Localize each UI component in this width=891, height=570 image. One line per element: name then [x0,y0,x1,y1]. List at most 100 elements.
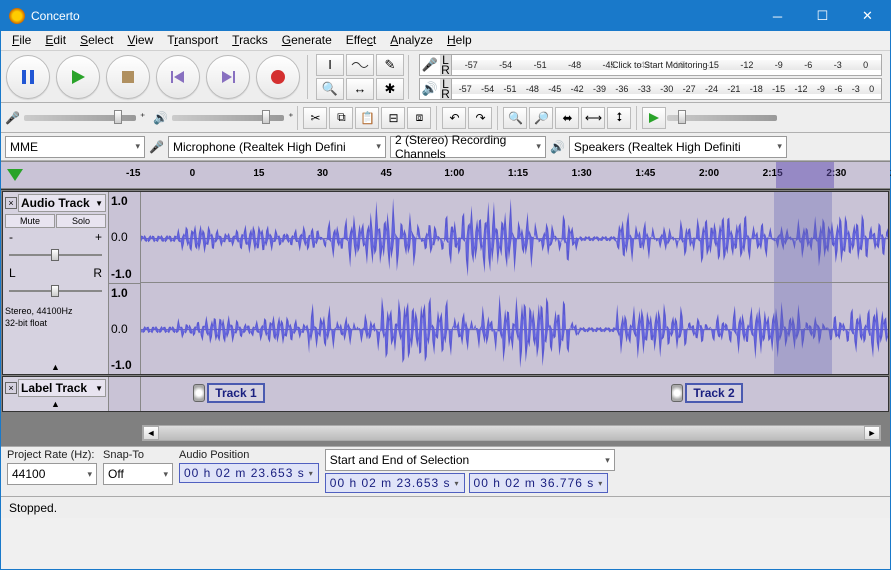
label-handle-icon[interactable] [671,384,683,402]
minimize-button[interactable]: ─ [755,1,800,31]
envelope-tool[interactable] [346,54,374,76]
zoom-toggle-button[interactable]: ⭥ [607,107,631,129]
menu-effect[interactable]: Effect [339,31,383,50]
menu-tracks[interactable]: Tracks [225,31,275,50]
paste-button[interactable]: 📋 [355,107,379,129]
mute-button[interactable]: Mute [5,214,55,228]
collapse-button[interactable]: ▲ [5,399,106,409]
window-title: Concerto [31,9,755,23]
status-text: Stopped. [9,501,57,515]
title-bar: Concerto ─ ☐ ✕ [1,1,890,31]
audio-position-label: Audio Position [179,449,319,461]
vertical-scale: 1.00.0-1.0 1.00.0-1.0 [109,192,141,374]
track-format-label2: 32-bit float [5,318,106,328]
label-tag[interactable]: Track 2 [671,383,742,403]
trim-button[interactable]: ⊟ [381,107,405,129]
menu-select[interactable]: Select [73,31,120,50]
close-button[interactable]: ✕ [845,1,890,31]
track-menu-button[interactable]: Audio Track▼ [18,194,106,212]
recording-device-combo[interactable]: Microphone (Realtek High Defini▾ [168,136,386,158]
playback-meter[interactable]: 🔊 LR -57-54-51-48-45-42-39-36-33-30-27-2… [419,78,882,100]
label-text[interactable]: Track 2 [685,383,742,403]
copy-button[interactable]: ⧉ [329,107,353,129]
skip-end-button[interactable] [206,55,250,99]
multi-tool[interactable]: ✱ [376,78,404,100]
fit-project-button[interactable]: ⟷ [581,107,605,129]
draw-tool[interactable]: ✎ [376,54,404,76]
track-control-panel: × Audio Track▼ Mute Solo -+ LR Stereo, 4… [3,192,109,374]
record-button[interactable] [256,55,300,99]
collapse-button[interactable]: ▲ [5,362,106,372]
menu-help[interactable]: Help [440,31,479,50]
recording-meter[interactable]: 🎤 LR -57-54-51-48-45-42 Click to Start M… [419,54,882,76]
zoom-in-button[interactable]: 🔍 [503,107,527,129]
transport-toolbar: I ✎ 🔍 ↔ ✱ 🎤 LR -57-54-51-48-45-42 Click … [1,51,890,103]
snap-to-combo[interactable]: Off▾ [103,463,173,485]
menu-generate[interactable]: Generate [275,31,339,50]
horizontal-scrollbar[interactable]: ◄► [142,425,881,441]
solo-button[interactable]: Solo [56,214,106,228]
menu-file[interactable]: File [5,31,38,50]
fit-selection-button[interactable]: ⬌ [555,107,579,129]
menu-analyze[interactable]: Analyze [383,31,440,50]
menu-transport[interactable]: Transport [160,31,225,50]
selection-start-field[interactable]: 00 h 02 m 23.653 s▾ [325,473,465,493]
snap-to-label: Snap-To [103,449,173,461]
mic-icon: 🎤 [149,140,164,154]
pan-slider[interactable] [9,284,102,298]
label-text[interactable]: Track 1 [207,383,264,403]
silence-button[interactable]: ⧈ [407,107,431,129]
monitor-hint: Click to Start Monitoring [612,60,708,70]
speaker-icon: 🔊 [550,140,565,154]
playback-volume-slider[interactable] [172,115,284,121]
mic-icon: 🎤 [420,57,440,73]
selection-end-field[interactable]: 00 h 02 m 36.776 s▾ [469,473,609,493]
stop-button[interactable] [106,55,150,99]
recording-channels-combo[interactable]: 2 (Stereo) Recording Channels▾ [390,136,546,158]
playback-device-combo[interactable]: Speakers (Realtek High Definiti▾ [569,136,787,158]
project-rate-combo[interactable]: 44100▾ [7,463,97,485]
app-logo-icon [9,8,25,24]
play-at-speed-button[interactable] [642,107,666,129]
track-close-button[interactable]: × [5,197,17,209]
skip-start-button[interactable] [156,55,200,99]
maximize-button[interactable]: ☐ [800,1,845,31]
label-handle-icon[interactable] [193,384,205,402]
selection-toolbar: Project Rate (Hz): 44100▾ Snap-To Off▾ A… [1,446,890,496]
play-button[interactable] [56,55,100,99]
playhead-pin-icon[interactable] [7,169,23,181]
project-rate-label: Project Rate (Hz): [7,449,97,461]
track-menu-button[interactable]: Label Track▼ [18,379,106,397]
label-tag[interactable]: Track 1 [193,383,264,403]
menu-edit[interactable]: Edit [38,31,73,50]
waveform-area[interactable] [141,192,888,374]
audio-position-field[interactable]: 00 h 02 m 23.653 s▾ [179,463,319,483]
track-format-label: Stereo, 44100Hz [5,306,106,316]
timeshift-tool[interactable]: ↔ [346,78,374,100]
mixer-toolbar: 🎤 ⁺ 🔊 ⁺ ✂ ⧉ 📋 ⊟ ⧈ ↶ ↷ 🔍 🔎 ⬌ ⟷ ⭥ [1,103,890,133]
audio-track: × Audio Track▼ Mute Solo -+ LR Stereo, 4… [2,191,889,375]
timeline-ruler[interactable]: -1501530451:001:151:301:452:002:152:302:… [1,161,890,189]
undo-button[interactable]: ↶ [442,107,466,129]
zoom-tool[interactable]: 🔍 [316,78,344,100]
redo-button[interactable]: ↷ [468,107,492,129]
cut-button[interactable]: ✂ [303,107,327,129]
zoom-out-button[interactable]: 🔎 [529,107,553,129]
track-close-button[interactable]: × [5,382,17,394]
status-bar: Stopped. [1,496,890,518]
recording-volume-slider[interactable] [24,115,136,121]
selection-mode-combo[interactable]: Start and End of Selection▾ [325,449,615,471]
speaker-icon: 🔊 [420,81,440,97]
audio-host-combo[interactable]: MME▾ [5,136,145,158]
mic-icon: 🎤 [5,111,20,125]
label-area[interactable]: Track 1 Track 2 [141,377,888,411]
selection-tool[interactable]: I [316,54,344,76]
label-track: × Label Track▼ ▲ Track 1 Track 2 [2,376,889,412]
tools-grid: I ✎ 🔍 ↔ ✱ [316,54,404,100]
tracks-area: × Audio Track▼ Mute Solo -+ LR Stereo, 4… [1,189,890,446]
menu-view[interactable]: View [120,31,160,50]
gain-slider[interactable] [9,248,102,262]
device-toolbar: MME▾ 🎤 Microphone (Realtek High Defini▾ … [1,133,890,161]
playback-speed-slider[interactable] [667,115,777,121]
pause-button[interactable] [6,55,50,99]
